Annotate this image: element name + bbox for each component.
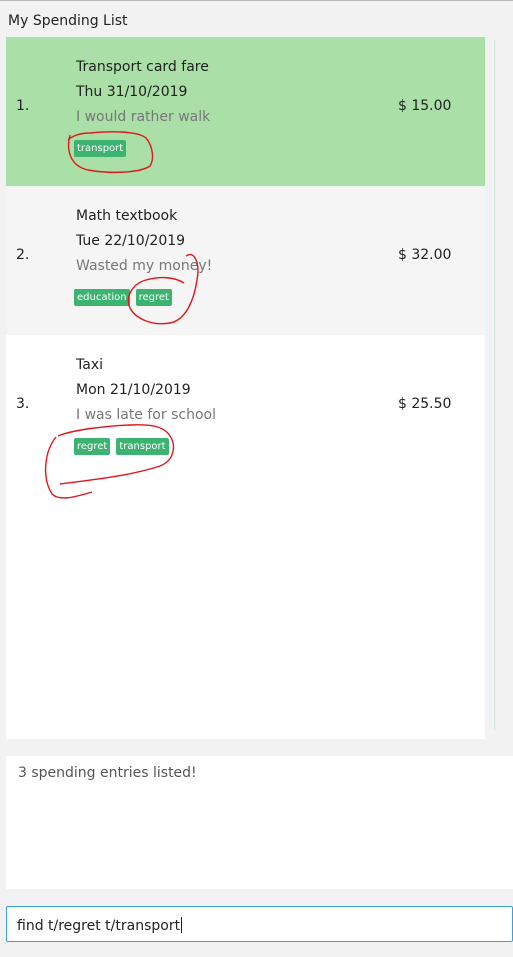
card-date: Tue 22/10/2019 — [76, 233, 186, 249]
card-amount: $ 25.50 — [398, 396, 452, 412]
card-remark: I would rather walk — [76, 109, 211, 125]
card-index: 2. — [16, 247, 30, 263]
command-input[interactable]: find t/regret t/transport — [6, 906, 513, 942]
tag-label: transport — [74, 140, 127, 157]
card-date: Thu 31/10/2019 — [76, 84, 188, 100]
spending-card[interactable]: 3. Taxi Mon 21/10/2019 I was late for sc… — [6, 335, 485, 484]
card-amount: $ 15.00 — [398, 98, 452, 114]
card-index: 3. — [16, 396, 30, 412]
card-description: Transport card fare — [76, 59, 209, 75]
spending-list[interactable]: 1. Transport card fare Thu 31/10/2019 I … — [6, 37, 485, 739]
card-tags: education regret — [74, 289, 172, 306]
card-date: Mon 21/10/2019 — [76, 382, 191, 398]
card-description: Math textbook — [76, 208, 178, 224]
card-description: Taxi — [76, 357, 103, 373]
card-remark: I was late for school — [76, 407, 216, 423]
card-amount: $ 32.00 — [398, 247, 452, 263]
card-tags: transport — [74, 140, 127, 157]
card-index: 1. — [16, 98, 30, 114]
result-display: 3 spending entries listed! — [6, 756, 513, 889]
command-text: find t/regret t/transport — [17, 917, 183, 934]
list-scrollbar[interactable] — [494, 40, 496, 730]
card-tags: regret transport — [74, 438, 169, 455]
window-top-border — [0, 0, 513, 1]
text-caret — [181, 917, 183, 933]
tag-label: transport — [116, 438, 169, 455]
list-title: My Spending List — [8, 13, 128, 29]
spending-card[interactable]: 1. Transport card fare Thu 31/10/2019 I … — [6, 37, 485, 186]
card-remark: Wasted my money! — [76, 258, 213, 274]
tag-label: regret — [74, 438, 111, 455]
tag-label: education — [74, 289, 130, 306]
command-value: find t/regret t/transport — [17, 918, 181, 934]
tag-label: regret — [135, 289, 172, 306]
result-message: 3 spending entries listed! — [18, 765, 197, 781]
spending-card[interactable]: 2. Math textbook Tue 22/10/2019 Wasted m… — [6, 186, 485, 335]
